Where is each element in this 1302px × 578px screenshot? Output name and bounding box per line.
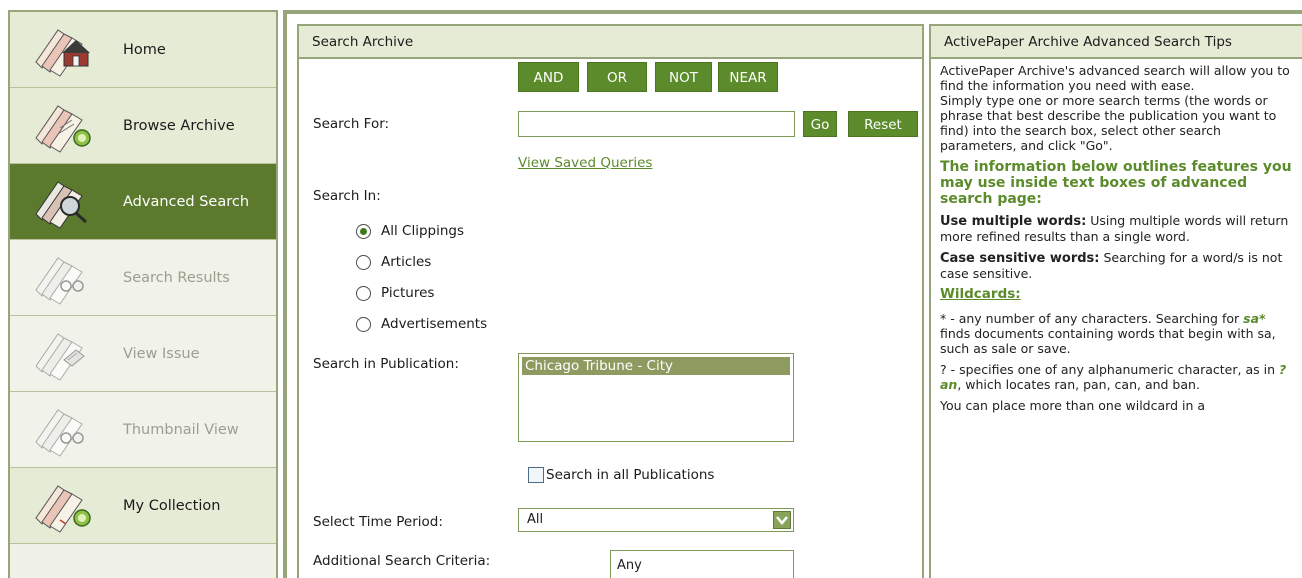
go-button[interactable]: Go: [803, 111, 837, 137]
tips-question-text: ? - specifies one of any alphanumeric ch…: [940, 362, 1279, 377]
search-in-label: Search In:: [313, 188, 381, 204]
search-for-label: Search For:: [313, 116, 390, 132]
search-magnifier-icon: [35, 181, 88, 229]
sidebar-item-search-results[interactable]: Search Results: [10, 240, 276, 316]
sidebar-item-home[interactable]: Home: [10, 12, 276, 88]
tips-question-wildcard: ? - specifies one of any alphanumeric ch…: [940, 362, 1294, 392]
time-period-value: All: [527, 512, 544, 527]
newspaper-icon: [35, 333, 85, 381]
sidebar-item-label: Home: [123, 41, 166, 58]
tips-intro-1: ActivePaper Archive's advanced search wi…: [940, 63, 1290, 93]
operator-not-button[interactable]: NOT: [655, 62, 712, 92]
publication-listbox[interactable]: Chicago Tribune - City: [518, 353, 794, 442]
browse-icon: [35, 105, 91, 153]
radio-all-clippings[interactable]: [356, 224, 371, 239]
view-saved-queries-link[interactable]: View Saved Queries: [518, 155, 652, 171]
tips-star-wildcard: * - any number of any characters. Search…: [940, 311, 1294, 356]
panel-title: Search Archive: [299, 26, 922, 59]
sidebar-item-label: Thumbnail View: [123, 421, 239, 438]
operator-or-button[interactable]: OR: [587, 62, 647, 92]
binoculars-icon: [35, 409, 84, 457]
page: Home Browse Archive Advanced Search Sear…: [0, 0, 1302, 578]
tips-case-sensitive: Case sensitive words: Searching for a wo…: [940, 250, 1294, 281]
reset-button[interactable]: Reset: [848, 111, 918, 137]
tips-body: ActivePaper Archive's advanced search wi…: [931, 59, 1302, 413]
sidebar-item-thumbnail-view[interactable]: Thumbnail View: [10, 392, 276, 468]
wildcards-link[interactable]: Wildcards:: [940, 287, 1294, 302]
tips-case-sensitive-title: Case sensitive words:: [940, 251, 1100, 266]
sidebar-item-label: Advanced Search: [123, 193, 250, 210]
additional-criteria-value: Any: [617, 558, 642, 573]
additional-criteria-select[interactable]: Any: [610, 550, 794, 578]
radio-label: Articles: [381, 254, 432, 270]
radio-label: Advertisements: [381, 316, 488, 332]
tips-title: ActivePaper Archive Advanced Search Tips: [931, 26, 1302, 59]
all-publications-label: Search in all Publications: [546, 467, 715, 483]
sidebar-item-view-issue[interactable]: View Issue: [10, 316, 276, 392]
publication-option[interactable]: Chicago Tribune - City: [522, 357, 790, 375]
tips-multiple-words-title: Use multiple words:: [940, 214, 1087, 229]
home-icon: [35, 29, 90, 77]
radio-pictures[interactable]: [356, 286, 371, 301]
radio-articles[interactable]: [356, 255, 371, 270]
search-input[interactable]: [518, 111, 795, 137]
operator-and-button[interactable]: AND: [518, 62, 579, 92]
all-publications-checkbox[interactable]: [528, 467, 544, 483]
tips-question-text-2: , which locates ran, pan, can, and ban.: [957, 377, 1200, 392]
radio-advertisements[interactable]: [356, 317, 371, 332]
tips-intro-2: Simply type one or more search terms (th…: [940, 93, 1277, 153]
search-tips-panel: ActivePaper Archive Advanced Search Tips…: [929, 24, 1302, 578]
tips-more: You can place more than one wildcard in …: [940, 398, 1206, 413]
tips-star-text-2: finds documents containing words that be…: [940, 326, 1276, 356]
collection-icon: [35, 485, 91, 533]
publication-label: Search in Publication:: [313, 356, 459, 372]
time-period-label: Select Time Period:: [313, 514, 443, 530]
tips-multiple-words: Use multiple words: Using multiple words…: [940, 213, 1294, 244]
sidebar-item-advanced-search[interactable]: Advanced Search: [10, 164, 276, 240]
sidebar-item-my-collection[interactable]: My Collection: [10, 468, 276, 544]
sidebar-item-label: Browse Archive: [123, 117, 235, 134]
radio-label: All Clippings: [381, 223, 465, 239]
sidebar-item-label: Search Results: [123, 269, 230, 286]
sidebar-item-label: My Collection: [123, 497, 221, 514]
binoculars-icon: [35, 257, 84, 305]
radio-label: Pictures: [381, 285, 435, 301]
chevron-down-icon[interactable]: [773, 511, 791, 529]
additional-criteria-label: Additional Search Criteria:: [313, 553, 491, 569]
sidebar-item-browse-archive[interactable]: Browse Archive: [10, 88, 276, 164]
time-period-select[interactable]: All: [518, 508, 794, 532]
search-archive-panel: Search Archive AND OR NOT NEAR Search Fo…: [297, 24, 924, 578]
sidebar-nav: Home Browse Archive Advanced Search Sear…: [8, 10, 278, 578]
tips-heading: The information below outlines features …: [940, 159, 1292, 207]
sidebar-item-label: View Issue: [123, 345, 200, 362]
operator-near-button[interactable]: NEAR: [718, 62, 778, 92]
tips-star-text: * - any number of any characters. Search…: [940, 311, 1244, 326]
tips-star-example: sa*: [1243, 311, 1266, 326]
